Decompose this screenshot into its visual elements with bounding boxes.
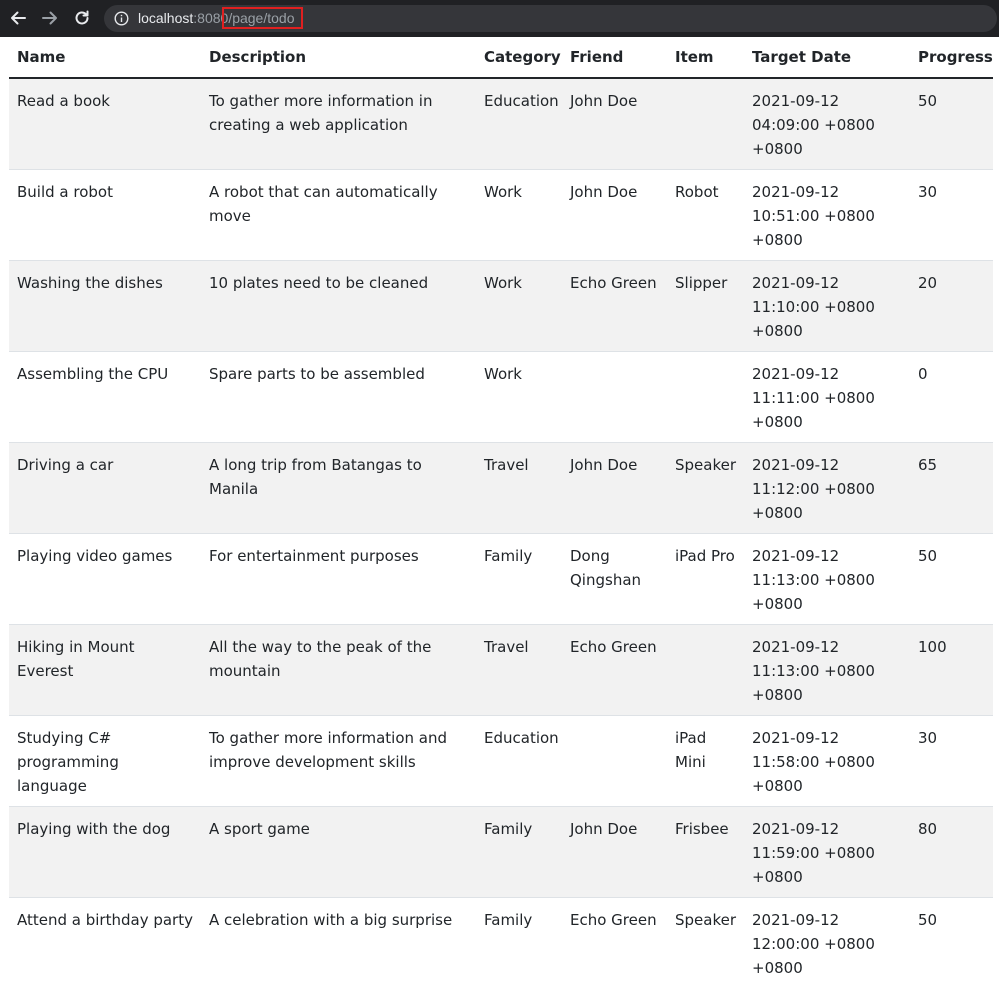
table-row[interactable]: Playing with the dog A sport game Family… — [9, 807, 993, 898]
cell-friend: Echo Green — [562, 625, 667, 716]
cell-description: 10 plates need to be cleaned — [201, 261, 476, 352]
cell-item: iPad Pro — [667, 534, 744, 625]
column-header-description[interactable]: Description — [201, 37, 476, 78]
cell-progress: 65 — [910, 443, 993, 534]
cell-description: A sport game — [201, 807, 476, 898]
cell-item — [667, 352, 744, 443]
todo-table-container: Name Description Category Friend Item Ta… — [9, 37, 993, 988]
column-header-name[interactable]: Name — [9, 37, 201, 78]
cell-target-date: 2021-09-12 11:11:00 +0800 +0800 — [744, 352, 910, 443]
info-icon[interactable] — [114, 11, 129, 26]
cell-target-date: 2021-09-12 04:09:00 +0800 +0800 — [744, 78, 910, 170]
table-row[interactable]: Playing video games For entertainment pu… — [9, 534, 993, 625]
cell-name: Playing with the dog — [9, 807, 201, 898]
url-path-highlight — [222, 7, 303, 29]
cell-description: All the way to the peak of the mountain — [201, 625, 476, 716]
cell-progress: 20 — [910, 261, 993, 352]
cell-name: Playing video games — [9, 534, 201, 625]
cell-friend: John Doe — [562, 170, 667, 261]
cell-category: Work — [476, 170, 562, 261]
cell-target-date: 2021-09-12 11:13:00 +0800 +0800 — [744, 534, 910, 625]
cell-item: Robot — [667, 170, 744, 261]
cell-target-date: 2021-09-12 11:12:00 +0800 +0800 — [744, 443, 910, 534]
cell-progress: 0 — [910, 352, 993, 443]
cell-name: Washing the dishes — [9, 261, 201, 352]
table-row[interactable]: Read a book To gather more information i… — [9, 78, 993, 170]
table-row[interactable]: Attend a birthday party A celebration wi… — [9, 898, 993, 988]
cell-progress: 100 — [910, 625, 993, 716]
cell-name: Attend a birthday party — [9, 898, 201, 988]
cell-item — [667, 78, 744, 170]
table-row[interactable]: Build a robot A robot that can automatic… — [9, 170, 993, 261]
table-row[interactable]: Studying C# programming language To gath… — [9, 716, 993, 807]
cell-item: Slipper — [667, 261, 744, 352]
cell-target-date: 2021-09-12 12:00:00 +0800 +0800 — [744, 898, 910, 988]
cell-progress: 30 — [910, 170, 993, 261]
cell-friend — [562, 352, 667, 443]
cell-description: A celebration with a big surprise — [201, 898, 476, 988]
cell-name: Assembling the CPU — [9, 352, 201, 443]
cell-name: Read a book — [9, 78, 201, 170]
cell-progress: 30 — [910, 716, 993, 807]
cell-item — [667, 625, 744, 716]
cell-name: Build a robot — [9, 170, 201, 261]
column-header-item[interactable]: Item — [667, 37, 744, 78]
column-header-category[interactable]: Category — [476, 37, 562, 78]
back-arrow-icon[interactable] — [8, 8, 28, 28]
cell-category: Family — [476, 807, 562, 898]
cell-progress: 50 — [910, 78, 993, 170]
column-header-friend[interactable]: Friend — [562, 37, 667, 78]
cell-category: Work — [476, 352, 562, 443]
cell-description: A long trip from Batangas to Manila — [201, 443, 476, 534]
cell-name: Studying C# programming language — [9, 716, 201, 807]
cell-item: iPad Mini — [667, 716, 744, 807]
cell-friend: Echo Green — [562, 261, 667, 352]
cell-description: A robot that can automatically move — [201, 170, 476, 261]
cell-item: Speaker — [667, 898, 744, 988]
cell-friend: John Doe — [562, 807, 667, 898]
cell-description: Spare parts to be assembled — [201, 352, 476, 443]
cell-progress: 50 — [910, 898, 993, 988]
cell-item: Speaker — [667, 443, 744, 534]
table-row[interactable]: Hiking in Mount Everest All the way to t… — [9, 625, 993, 716]
cell-name: Hiking in Mount Everest — [9, 625, 201, 716]
table-header-row: Name Description Category Friend Item Ta… — [9, 37, 993, 78]
todo-table: Name Description Category Friend Item Ta… — [9, 37, 993, 988]
cell-category: Travel — [476, 443, 562, 534]
reload-icon[interactable] — [72, 8, 92, 28]
forward-arrow-icon[interactable] — [40, 8, 60, 28]
cell-friend: Echo Green — [562, 898, 667, 988]
column-header-target-date[interactable]: Target Date — [744, 37, 910, 78]
table-row[interactable]: Washing the dishes 10 plates need to be … — [9, 261, 993, 352]
cell-friend: John Doe — [562, 443, 667, 534]
cell-category: Travel — [476, 625, 562, 716]
cell-target-date: 2021-09-12 11:58:00 +0800 +0800 — [744, 716, 910, 807]
cell-friend: John Doe — [562, 78, 667, 170]
cell-progress: 80 — [910, 807, 993, 898]
cell-category: Family — [476, 534, 562, 625]
cell-item: Frisbee — [667, 807, 744, 898]
cell-description: To gather more information and improve d… — [201, 716, 476, 807]
cell-target-date: 2021-09-12 10:51:00 +0800 +0800 — [744, 170, 910, 261]
cell-friend: Dong Qingshan — [562, 534, 667, 625]
cell-category: Work — [476, 261, 562, 352]
cell-friend — [562, 716, 667, 807]
url-host: localhost — [138, 10, 193, 26]
table-row[interactable]: Assembling the CPU Spare parts to be ass… — [9, 352, 993, 443]
cell-progress: 50 — [910, 534, 993, 625]
cell-category: Family — [476, 898, 562, 988]
cell-description: To gather more information in creating a… — [201, 78, 476, 170]
column-header-progress[interactable]: Progress — [910, 37, 993, 78]
cell-target-date: 2021-09-12 11:10:00 +0800 +0800 — [744, 261, 910, 352]
cell-target-date: 2021-09-12 11:13:00 +0800 +0800 — [744, 625, 910, 716]
cell-target-date: 2021-09-12 11:59:00 +0800 +0800 — [744, 807, 910, 898]
cell-category: Education — [476, 716, 562, 807]
cell-name: Driving a car — [9, 443, 201, 534]
table-row[interactable]: Driving a car A long trip from Batangas … — [9, 443, 993, 534]
browser-toolbar: localhost:8080/page/todo — [0, 0, 999, 37]
cell-category: Education — [476, 78, 562, 170]
cell-description: For entertainment purposes — [201, 534, 476, 625]
